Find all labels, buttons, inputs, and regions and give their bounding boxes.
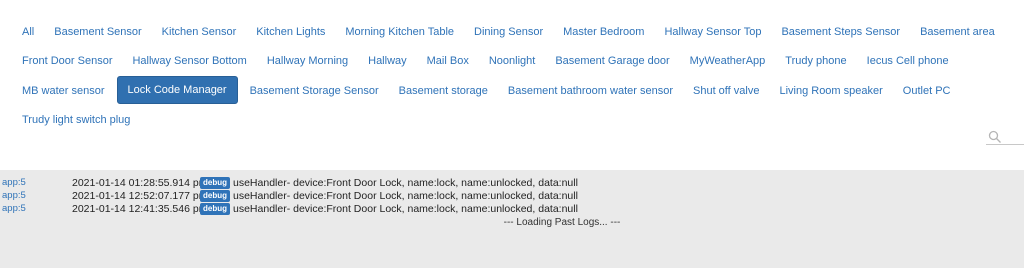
filter-chip[interactable]: Living Room speaker [769,77,892,105]
log-level-badge: debug [200,177,230,189]
log-timestamp: 2021-01-14 12:41:35.546 pm [72,203,208,215]
filter-chip[interactable]: Hallway Sensor Bottom [122,47,256,75]
log-level-badge: debug [200,203,230,215]
filter-chip[interactable]: MB water sensor [12,77,115,105]
filter-bar: All Basement Sensor Kitchen Sensor Kitchen … [12,18,1024,135]
loading-indicator: --- Loading Past Logs... --- [503,217,621,228]
log-app-link[interactable]: app:5 [2,189,26,203]
filter-chip[interactable]: Basement Storage Sensor [240,77,389,105]
filter-chip[interactable]: Shut off valve [683,77,769,105]
search-box[interactable] [986,130,1024,145]
filter-chip[interactable]: Morning Kitchen Table [335,18,464,46]
filter-chip[interactable]: Noonlight [479,47,545,75]
filter-chip[interactable]: Master Bedroom [553,18,654,46]
filter-chip[interactable]: Trudy light switch plug [12,106,140,134]
filter-chip[interactable]: Outlet PC [893,77,961,105]
filter-chip[interactable]: Kitchen Sensor [152,18,247,46]
log-panel: app:5 2021-01-14 01:28:55.914 pm debug useH… [0,170,1024,268]
filter-chip[interactable]: Hallway Sensor Top [654,18,771,46]
filter-chip[interactable]: MyWeatherApp [680,47,776,75]
filter-chip[interactable]: Front Door Sensor [12,47,122,75]
log-timestamp: 2021-01-14 01:28:55.914 pm [72,177,208,189]
search-input[interactable] [986,130,1024,144]
log-app-link[interactable]: app:5 [2,202,26,216]
log-message: useHandler- device:Front Door Lock, name… [233,190,578,202]
filter-chip[interactable]: Basement bathroom water sensor [498,77,683,105]
log-row: app:5 2021-01-14 12:52:07.177 pm debug useH… [0,189,1024,203]
filter-chip[interactable]: Lock Code Manager [116,76,238,104]
log-timestamp: 2021-01-14 12:52:07.177 pm [72,190,208,202]
filter-chip[interactable]: Basement area [910,18,1005,46]
filter-chip[interactable]: Mail Box [417,47,479,75]
filter-chip[interactable]: Hallway [358,47,417,75]
filter-chip[interactable]: Basement Sensor [44,18,151,46]
filter-chip[interactable]: Dining Sensor [464,18,553,46]
log-level-badge: debug [200,190,230,202]
filter-chip[interactable]: Basement Steps Sensor [771,18,910,46]
filter-chip[interactable]: Basement Garage door [545,47,679,75]
filter-chip[interactable]: Iecus Cell phone [857,47,959,75]
log-message: useHandler- device:Front Door Lock, name… [233,177,578,189]
filter-chip[interactable]: Hallway Morning [257,47,358,75]
log-app-link[interactable]: app:5 [2,176,26,190]
filter-chip[interactable]: Kitchen Lights [246,18,335,46]
filter-chip[interactable]: Trudy phone [775,47,856,75]
filter-chip[interactable]: Basement storage [389,77,498,105]
log-message: useHandler- device:Front Door Lock, name… [233,203,578,215]
log-row: app:5 2021-01-14 12:41:35.546 pm debug useH… [0,202,1024,216]
filter-chip[interactable]: All [12,18,44,46]
log-row: app:5 2021-01-14 01:28:55.914 pm debug useH… [0,176,1024,190]
